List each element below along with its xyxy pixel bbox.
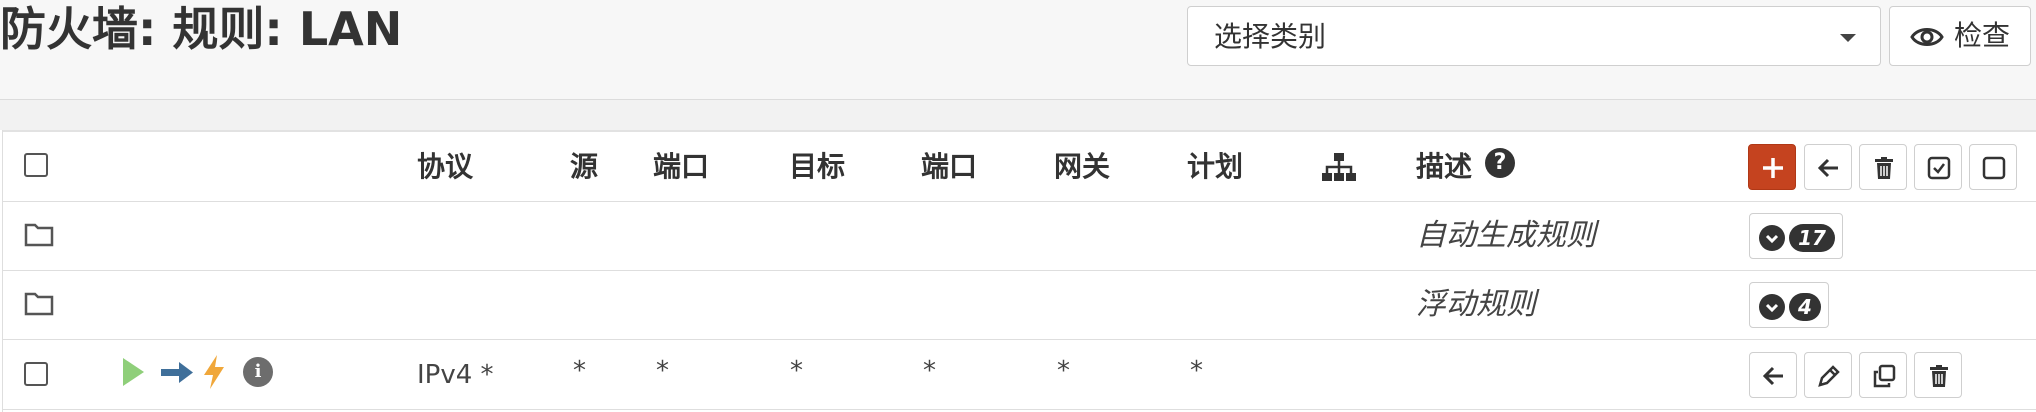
group-label: 浮动规则: [1416, 287, 1536, 322]
folder-icon: [24, 292, 54, 316]
page-title: 防火墙: 规则: LAN: [0, 2, 403, 56]
checkbox-checked-icon: [1927, 156, 1951, 180]
bolt-icon: [204, 355, 224, 389]
col-source: 源: [570, 150, 599, 183]
col-gateway: 网关: [1054, 150, 1111, 183]
category-select-value: 选择类别: [1214, 20, 1327, 53]
col-source-port: 端口: [653, 150, 710, 183]
col-schedule: 计划: [1187, 150, 1244, 183]
page-header: 防火墙: 规则: LAN 选择类别 检查: [0, 0, 2036, 100]
move-button[interactable]: [1804, 144, 1852, 190]
rule-source: *: [573, 356, 586, 386]
col-destination: 目标: [789, 150, 846, 183]
caret-down-icon: [1840, 34, 1856, 42]
group-count-badge: 4: [1789, 293, 1821, 321]
info-icon[interactable]: i: [243, 357, 273, 387]
play-icon[interactable]: [120, 356, 146, 388]
folder-icon: [24, 223, 54, 247]
edit-rule-button[interactable]: [1804, 352, 1852, 398]
col-description: 描述: [1416, 150, 1473, 183]
rule-schedule: *: [1190, 356, 1203, 386]
eye-icon: [1910, 28, 1944, 46]
move-rule-button[interactable]: [1749, 352, 1797, 398]
disable-selected-button[interactable]: [1969, 144, 2017, 190]
expand-group-button[interactable]: 17: [1749, 213, 1843, 259]
arrow-left-icon: [1817, 158, 1838, 178]
expand-group-button[interactable]: 4: [1749, 282, 1829, 328]
rule-checkbox[interactable]: [24, 362, 48, 386]
rule-destination-port: *: [923, 356, 936, 386]
group-label: 自动生成规则: [1416, 218, 1596, 253]
rule-source-port: *: [656, 356, 669, 386]
checkbox-empty-icon: [1982, 156, 2006, 180]
select-all-checkbox[interactable]: [24, 153, 48, 177]
group-count-badge: 17: [1789, 224, 1835, 252]
rule-protocol: IPv4 *: [417, 360, 494, 390]
separator-band: [0, 100, 2036, 130]
copy-icon: [1873, 364, 1896, 388]
delete-selected-button[interactable]: [1859, 144, 1907, 190]
arrow-right-icon: [161, 362, 193, 383]
group-row-floating[interactable]: 浮动规则 4: [3, 271, 2036, 340]
plus-icon: [1763, 158, 1783, 178]
inspect-button[interactable]: 检查: [1889, 6, 2031, 66]
rule-row: i IPv4 * * * * * * *: [3, 340, 2036, 410]
question-icon[interactable]: ?: [1485, 148, 1515, 178]
col-protocol: 协议: [417, 150, 474, 183]
inspect-label: 检查: [1954, 19, 2011, 52]
rule-destination: *: [790, 356, 803, 386]
pencil-icon: [1818, 365, 1840, 387]
clone-rule-button[interactable]: [1859, 352, 1907, 398]
group-row-auto-generated[interactable]: 自动生成规则 17: [3, 202, 2036, 271]
col-destination-port: 端口: [921, 150, 978, 183]
arrow-left-icon: [1762, 366, 1783, 386]
category-select[interactable]: 选择类别: [1187, 6, 1881, 66]
delete-rule-button[interactable]: [1914, 352, 1962, 398]
rules-table: 协议 源 端口 目标 端口 网关 计划 描述 ? 自动生成规则 17 浮动规则 …: [2, 130, 2036, 412]
add-rule-button[interactable]: [1748, 144, 1796, 190]
trash-icon: [1930, 365, 1948, 387]
sitemap-icon: [1322, 153, 1356, 181]
rule-gateway: *: [1057, 356, 1070, 386]
chevron-down-icon: [1759, 294, 1785, 320]
chevron-down-icon: [1759, 225, 1785, 251]
enable-selected-button[interactable]: [1914, 144, 1962, 190]
table-header-row: 协议 源 端口 目标 端口 网关 计划 描述 ?: [3, 130, 2036, 202]
trash-icon: [1875, 157, 1893, 179]
